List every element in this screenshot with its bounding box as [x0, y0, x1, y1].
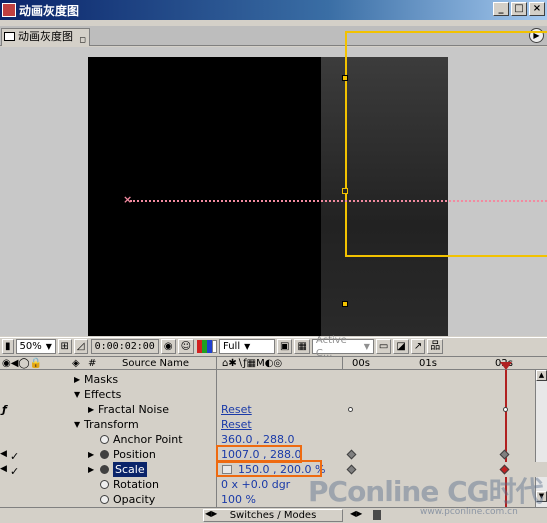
keyframe-diamond-icon[interactable] — [346, 449, 357, 460]
layer-out-point-marker — [503, 407, 508, 412]
expand-triangle-icon[interactable]: ▶ — [74, 372, 80, 387]
window-title: 动画灰度图 — [19, 3, 80, 18]
zoom-value: 50% — [19, 341, 42, 352]
expand-triangle-icon[interactable]: ▶ — [88, 447, 94, 462]
stopwatch-icon[interactable] — [100, 495, 109, 504]
keyframe-diamond-icon[interactable] — [499, 449, 510, 460]
property-name: Anchor Point — [113, 433, 183, 446]
camera-select[interactable]: Active C... ▼ — [311, 335, 374, 359]
layer-number-header: # — [88, 358, 97, 369]
layer-in-point-marker — [348, 407, 353, 412]
bbox-handle-mid-left[interactable] — [342, 188, 348, 194]
composition-icon — [4, 32, 15, 41]
zoom-slider-icon[interactable] — [373, 510, 381, 520]
property-name: Transform — [84, 418, 139, 431]
timeline-header: ◉◀◯🔒 ◈ # Source Name ⌂✱∖ƒ▦M◐◎ 00s 01s 02… — [0, 356, 547, 370]
property-name: Position — [113, 448, 156, 461]
watermark-logo: PConline CG时代 — [308, 470, 544, 510]
channel-chips[interactable] — [197, 340, 217, 353]
layer-bounding-box[interactable] — [345, 31, 547, 257]
property-name: Rotation — [113, 478, 160, 491]
safe-zones-icon[interactable]: ⊞ — [57, 339, 72, 354]
source-name-header[interactable]: Source Name — [122, 357, 189, 370]
region-of-interest-icon[interactable]: ▣ — [277, 339, 293, 354]
composition-tab[interactable]: 动画灰度图 ◻ — [1, 28, 90, 46]
bbox-handle-bottom-left[interactable] — [342, 301, 348, 307]
keyframe-nav-icon[interactable]: ◀ — [0, 447, 7, 462]
stopwatch-icon[interactable] — [100, 465, 109, 474]
resolution-value: Full — [223, 341, 241, 352]
chevron-down-icon: ▼ — [363, 342, 370, 351]
chevron-down-icon: ▼ — [45, 342, 52, 351]
time-marker-0: 00s — [352, 358, 370, 369]
scale-value-highlight — [216, 460, 322, 477]
property-row-fractal-noise[interactable]: ƒ ▶ Fractal Noise Reset — [0, 402, 547, 417]
close-button[interactable]: × — [529, 2, 545, 16]
anchor-point-icon[interactable]: × — [123, 193, 132, 206]
property-name: Fractal Noise — [98, 403, 169, 416]
always-preview-icon[interactable]: ▮ — [2, 339, 14, 354]
collapse-triangle-icon[interactable]: ▼ — [74, 387, 80, 402]
watermark-text: PConline CG时代 — [308, 475, 544, 508]
minimize-button[interactable]: _ — [493, 2, 509, 16]
motion-path — [130, 200, 547, 202]
property-name: Opacity — [113, 493, 156, 506]
timecode-display[interactable]: 0:00:02:00 — [90, 339, 159, 354]
zoom-select[interactable]: 50% ▼ — [15, 339, 56, 354]
snapshot-icon[interactable]: ◉ — [160, 339, 176, 354]
collapse-triangle-icon[interactable]: ▼ — [74, 417, 80, 432]
keyframe-nav-icon[interactable]: ◀ — [0, 462, 7, 477]
property-row-effects[interactable]: ▼ Effects — [0, 387, 547, 402]
show-snapshot-icon[interactable]: ☺ — [177, 339, 194, 354]
watermark-url: www.pconline.com.cn — [420, 507, 518, 517]
stopwatch-icon[interactable] — [100, 435, 109, 444]
expand-triangle-icon[interactable]: ▶ — [88, 462, 94, 477]
stopwatch-icon[interactable] — [100, 450, 109, 459]
bbox-handle-top-left[interactable] — [342, 75, 348, 81]
reset-link[interactable]: Reset — [221, 402, 252, 417]
property-name: Masks — [84, 373, 119, 386]
view-layout-icon[interactable]: ▭ — [375, 339, 392, 354]
av-switches-icon: ◉◀◯🔒 — [2, 358, 43, 369]
expand-triangle-icon[interactable]: ▶ — [88, 402, 94, 417]
viewer-toolbar: ▮ 50% ▼ ⊞ ◿ 0:00:02:00 ◉ ☺ Full ▼ ▣ ▦ Acti… — [0, 335, 547, 359]
window-titlebar: 动画灰度图 _ □ × — [0, 0, 547, 20]
composition-tab-label: 动画灰度图 — [18, 30, 73, 43]
property-row-masks[interactable]: ▶ Masks — [0, 372, 547, 387]
pin-icon: ◻ — [79, 35, 86, 44]
property-value[interactable]: 0 x +0.0 dgr — [221, 477, 290, 492]
property-name: Scale — [113, 462, 147, 477]
resolution-select[interactable]: Full ▼ — [219, 339, 275, 354]
pixel-aspect-icon[interactable]: ◪ — [393, 339, 409, 354]
property-name: Effects — [84, 388, 122, 401]
transparency-grid-icon[interactable]: ▦ — [294, 339, 310, 354]
stopwatch-icon[interactable] — [100, 480, 109, 489]
switches-modes-toggle[interactable]: Switches / Modes — [203, 509, 343, 522]
app-icon — [2, 3, 16, 17]
maximize-button[interactable]: □ — [511, 2, 527, 16]
property-row-transform[interactable]: ▼ Transform Reset — [0, 417, 547, 432]
reset-link[interactable]: Reset — [221, 417, 252, 432]
layer-switches-icons: ⌂✱∖ƒ▦M◐◎ — [222, 358, 283, 369]
fast-preview-icon[interactable]: ↗ — [410, 339, 426, 354]
zoom-in-out-icon[interactable]: ◀▶ — [350, 509, 362, 518]
effect-fx-icon[interactable]: ƒ — [2, 402, 7, 417]
label-icon: ◈ — [72, 358, 80, 369]
current-time-indicator-head[interactable] — [500, 362, 512, 370]
property-value[interactable]: 100 % — [221, 492, 256, 507]
time-marker-1: 01s — [419, 358, 437, 369]
mask-shape-icon[interactable]: ◿ — [73, 339, 88, 354]
flowchart-icon[interactable]: 品 — [427, 339, 444, 354]
chevron-down-icon: ▼ — [244, 342, 251, 351]
